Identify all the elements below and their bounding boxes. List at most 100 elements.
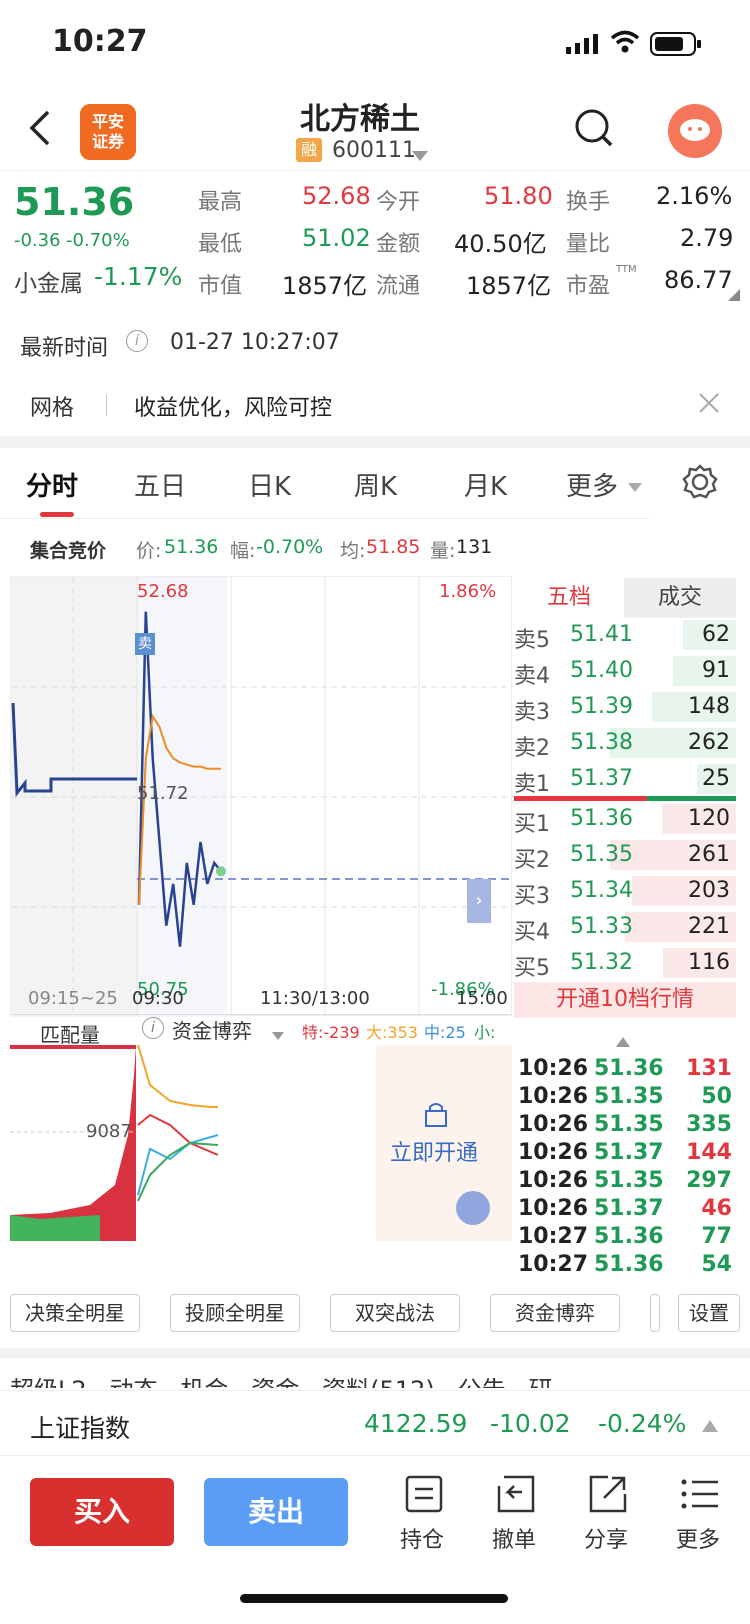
pe-ttm-sup: TTM: [616, 264, 637, 275]
x-label-auction: 09:15~25: [28, 988, 118, 1009]
banner-separator: [106, 394, 107, 416]
mcap-label: 市值: [198, 274, 243, 299]
tool-settings[interactable]: 设置: [678, 1294, 740, 1332]
trade-row: 10:26 51.37 144: [518, 1140, 736, 1168]
tool-double-breakout[interactable]: 双突战法: [330, 1294, 460, 1332]
ask-row[interactable]: 卖1 51.37 25: [514, 762, 736, 797]
auction-label: 集合竞价: [30, 540, 107, 562]
sector-label[interactable]: 小金属: [14, 264, 83, 298]
buy-button[interactable]: 买入: [30, 1478, 174, 1546]
auction-range-label: 幅:: [230, 540, 256, 562]
close-icon[interactable]: [698, 392, 720, 414]
ask-label: 卖5: [514, 628, 550, 653]
bid-row[interactable]: 买2 51.35 261: [514, 838, 736, 873]
tool-advisor-star[interactable]: 投顾全明星: [170, 1294, 300, 1332]
tool-capital-game[interactable]: 资金博弈: [490, 1294, 620, 1332]
banner-tag: 网格: [30, 396, 75, 421]
more-label[interactable]: 更多: [676, 1522, 720, 1554]
tab-monthly-k[interactable]: 月K: [464, 466, 507, 503]
trade-time: 10:26: [518, 1112, 589, 1137]
subchart-info-icon[interactable]: i: [142, 1017, 164, 1039]
fullscreen-icon[interactable]: [456, 1191, 490, 1225]
ask-volume: 25: [702, 766, 730, 791]
trade-row: 10:26 51.36 131: [518, 1056, 736, 1084]
open-value: 51.80: [484, 182, 553, 210]
trade-volume: 46: [701, 1196, 732, 1221]
bid-row[interactable]: 买1 51.36 120: [514, 802, 736, 837]
tab-minute[interactable]: 分时: [26, 466, 78, 503]
home-indicator: [240, 1594, 508, 1603]
banner[interactable]: 网格 收益优化，风险可控: [0, 372, 750, 434]
bid-row[interactable]: 买3 51.34 203: [514, 874, 736, 909]
share-icon[interactable]: [588, 1474, 628, 1514]
sector-change[interactable]: -1.17%: [94, 262, 182, 291]
low-value: 51.02: [302, 224, 371, 252]
search-icon[interactable]: [574, 108, 614, 148]
open-10-level[interactable]: 开通10档行情: [514, 982, 736, 1018]
subchart-tab[interactable]: 资金博弈: [172, 1015, 252, 1044]
tool-decision-star[interactable]: 决策全明星: [10, 1294, 140, 1332]
price-change-pct: -0.70%: [66, 230, 130, 251]
tool-placeholder[interactable]: [650, 1294, 660, 1332]
chart-expand-button[interactable]: ›: [467, 879, 491, 923]
collapse-arrow-icon[interactable]: [616, 1032, 630, 1047]
status-time: 10:27: [52, 24, 148, 59]
info-icon[interactable]: i: [126, 330, 148, 352]
intraday-chart[interactable]: 52.68 51.72 50.75 1.86% -1.86% 卖 ›: [10, 576, 513, 1017]
settings-gear-icon[interactable]: [682, 464, 718, 500]
update-label: 最新时间: [20, 336, 109, 361]
expand-corner-icon[interactable]: [728, 286, 740, 301]
tab-more[interactable]: 更多: [566, 466, 618, 503]
holdings-label[interactable]: 持仓: [400, 1522, 444, 1554]
unlock-button[interactable]: 立即开通: [390, 1135, 478, 1167]
ask-volume: 262: [688, 730, 730, 755]
share-label[interactable]: 分享: [584, 1522, 628, 1554]
tab-orderbook[interactable]: 五档: [514, 578, 624, 618]
wifi-icon: [610, 30, 640, 54]
tab-more-dropdown-icon[interactable]: [628, 478, 642, 492]
auction-avg: 51.85: [366, 536, 421, 558]
code-dropdown-icon[interactable]: [412, 146, 428, 161]
pe-value: 86.77: [664, 266, 733, 294]
bid-row[interactable]: 买5 51.32 116: [514, 946, 736, 981]
tab-weekly-k[interactable]: 周K: [354, 466, 397, 503]
sub-tabs-row[interactable]: 超级L2 动态 机会 资金 资料(512) 公告 研: [10, 1378, 750, 1388]
orderbook-tabs: 五档 成交: [514, 578, 736, 618]
trade-volume: 335: [686, 1112, 732, 1137]
bid-volume: 116: [688, 950, 730, 975]
trade-time: 10:26: [518, 1084, 589, 1109]
index-expand-icon[interactable]: [702, 1417, 718, 1432]
stock-code: 600111: [332, 138, 416, 163]
ask-row[interactable]: 卖4 51.40 91: [514, 654, 736, 689]
bid-price: 51.36: [570, 806, 633, 831]
x-label-noon: 11:30/13:00: [260, 988, 370, 1009]
last-price-dot: [216, 866, 226, 877]
sell-button[interactable]: 卖出: [204, 1478, 348, 1546]
subchart-dropdown-icon[interactable]: [272, 1025, 284, 1040]
bid-row[interactable]: 买4 51.33 221: [514, 910, 736, 945]
subchart[interactable]: 匹配量 9087 i 资金博弈 特:-239 大:353 中:25 小: 立即开…: [10, 1014, 512, 1241]
x-label-open: 09:30: [132, 988, 184, 1009]
trade-volume: 131: [686, 1056, 732, 1081]
tab-daily-k[interactable]: 日K: [248, 466, 291, 503]
ask-row[interactable]: 卖3 51.39 148: [514, 690, 736, 725]
index-value: 4122.59: [364, 1409, 468, 1438]
avatar[interactable]: [668, 104, 722, 158]
tab-trades[interactable]: 成交: [624, 578, 736, 618]
high-label: 最高: [198, 190, 243, 215]
ask-volume: 91: [702, 658, 730, 683]
bid-volume: 203: [688, 878, 730, 903]
index-bar[interactable]: 上证指数 4122.59 -10.02 -0.24%: [0, 1390, 750, 1456]
trade-time: 10:27: [518, 1252, 589, 1277]
back-icon[interactable]: [26, 108, 56, 148]
tab-5day[interactable]: 五日: [134, 466, 186, 503]
cancel-order-label[interactable]: 撤单: [492, 1522, 536, 1554]
more-menu-icon[interactable]: [680, 1474, 720, 1514]
bid-price: 51.32: [570, 950, 633, 975]
cancel-order-icon[interactable]: [496, 1474, 536, 1514]
trade-row: 10:27 51.36 54: [518, 1252, 736, 1280]
holdings-icon[interactable]: [404, 1474, 444, 1514]
ask-row[interactable]: 卖2 51.38 262: [514, 726, 736, 761]
ask-row[interactable]: 卖5 51.41 62: [514, 618, 736, 653]
sell-marker: 卖: [135, 633, 155, 655]
